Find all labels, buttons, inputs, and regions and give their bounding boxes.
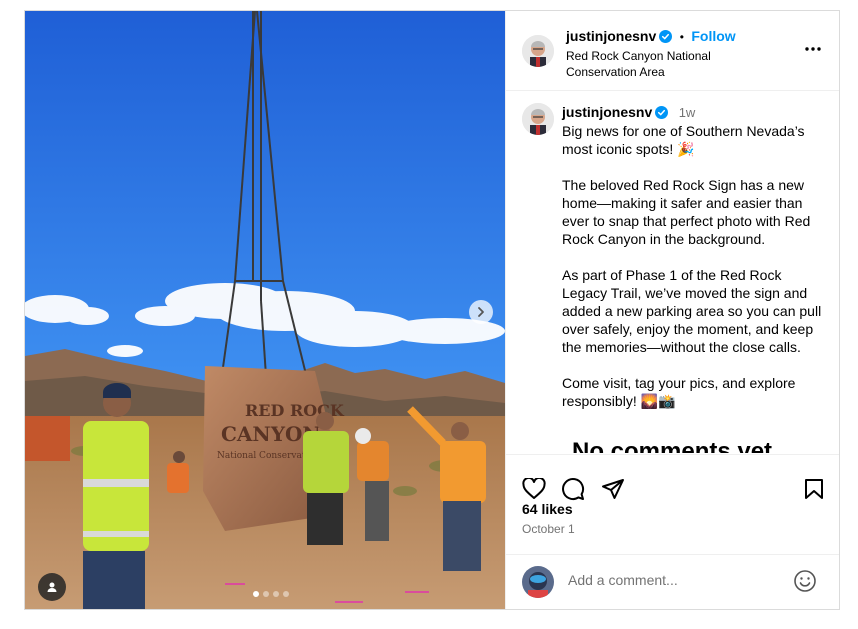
tag-person-icon [47,582,57,592]
caption-username[interactable]: justinjonesnv [562,104,652,120]
username-link[interactable]: justinjonesnv [566,28,656,44]
post-header: justinjonesnv • Follow Red Rock Canyon N… [506,11,839,91]
next-arrow-icon [478,307,484,317]
header-separator: • [679,30,684,44]
post-time[interactable]: 1w [679,105,696,120]
caption-text: Big news for one of Southern Nevada’s mo… [562,122,828,410]
caption-paragraph: Big news for one of Southern Nevada’s mo… [562,123,805,157]
more-options-icon [805,47,821,51]
bookmark-icon [805,479,823,499]
carousel-dots [253,591,289,597]
location-line1: Red Rock Canyon National [566,49,711,63]
carousel-dot [263,591,269,597]
heart-icon [522,478,546,499]
share-button[interactable] [599,475,627,503]
carousel-dot [283,591,289,597]
comment-icon [562,478,585,500]
share-icon [602,479,624,499]
tagged-people-button[interactable] [38,573,66,601]
avatar-image [522,35,554,67]
viewer-avatar [522,566,554,598]
verified-badge-icon [659,30,673,43]
follow-button[interactable]: Follow [691,28,735,44]
post-media[interactable]: RED ROCK CANYON National Conservation Ar… [25,11,505,609]
location-link[interactable]: Red Rock Canyon National Conservation Ar… [566,48,736,80]
next-image-button[interactable] [469,300,493,324]
comment-input[interactable] [566,568,790,592]
avatar-image [522,566,554,598]
emoji-icon [794,570,816,592]
caption-avatar[interactable] [522,103,554,135]
post-photo: RED ROCK CANYON National Conservation Ar… [25,11,505,609]
emoji-button[interactable] [792,568,818,594]
location-line2: Conservation Area [566,65,665,79]
more-options-button[interactable] [804,39,822,57]
likes-count[interactable]: 64 likes [522,501,573,517]
comment-bar [506,554,839,609]
actions-bar: 64 likes October 1 [506,454,839,540]
verified-badge-icon [655,106,669,119]
like-button[interactable] [520,475,548,503]
carousel-dot [273,591,279,597]
avatar-image [522,103,554,135]
avatar[interactable] [522,35,554,67]
save-button[interactable] [800,475,828,503]
post-side-panel: justinjonesnv • Follow Red Rock Canyon N… [505,11,839,609]
post-date: October 1 [522,522,575,536]
no-comments-heading: No comments yet [572,438,773,453]
post-container: RED ROCK CANYON National Conservation Ar… [24,10,840,610]
caption-area: justinjonesnv 1w Big news for one of Sou… [506,91,839,453]
caption-paragraph: Come visit, tag your pics, and explore r… [562,375,796,409]
carousel-dot [253,591,259,597]
caption-paragraph: As part of Phase 1 of the Red Rock Legac… [562,267,822,355]
worker-green-vest [303,412,349,545]
comment-button[interactable] [559,475,587,503]
caption-paragraph: The beloved Red Rock Sign has a new home… [562,177,811,247]
